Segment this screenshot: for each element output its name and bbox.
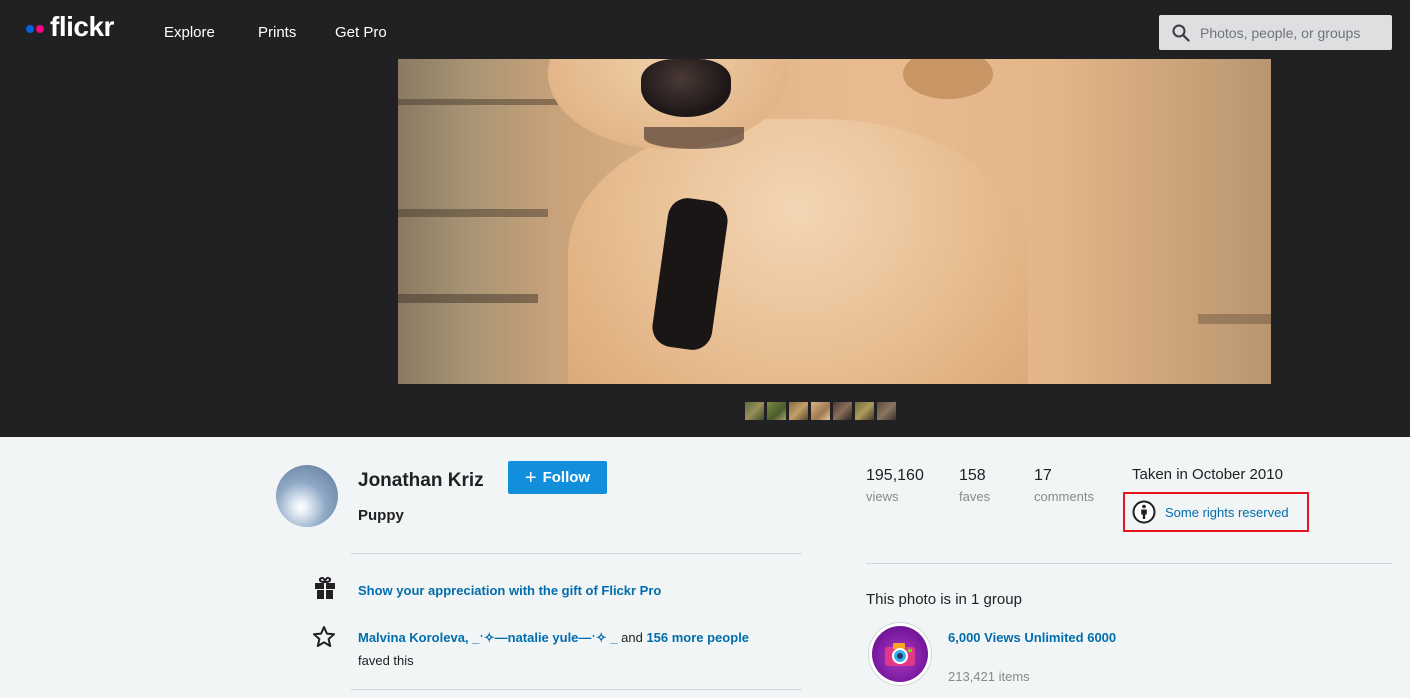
comments-count: 17 xyxy=(1034,467,1052,484)
follow-label: Follow xyxy=(542,469,591,486)
filmstrip-thumb[interactable] xyxy=(811,402,830,420)
owner-avatar[interactable] xyxy=(276,465,338,527)
star-icon[interactable] xyxy=(312,625,336,649)
photo-stage xyxy=(0,59,1410,437)
license-label: Some rights reserved xyxy=(1165,504,1289,520)
filmstrip-thumb[interactable] xyxy=(745,402,764,420)
gift-pro-link[interactable]: Show your appreciation with the gift of … xyxy=(358,583,661,598)
taken-date[interactable]: Taken in October 2010 xyxy=(1132,466,1283,483)
photo-detail xyxy=(398,294,538,303)
logo-blue-dot xyxy=(26,25,34,33)
faves-label: faves xyxy=(959,489,991,504)
faves-more-link[interactable]: 156 more people xyxy=(646,630,749,645)
gift-icon xyxy=(315,576,335,599)
faves-summary: Malvina Koroleva, _ˑ✧—natalie yule—ˑ✧ _ … xyxy=(358,629,749,647)
faves-count: 158 xyxy=(959,467,986,484)
top-nav: flickr Explore Prints Get Pro xyxy=(0,0,1410,59)
main-photo[interactable] xyxy=(398,59,1271,384)
license-link[interactable]: Some rights reserved xyxy=(1123,492,1309,532)
attribution-icon xyxy=(1132,500,1156,524)
search-icon xyxy=(1172,24,1190,42)
photo-title: Puppy xyxy=(358,507,404,524)
nav-explore[interactable]: Explore xyxy=(164,24,215,42)
faves-people-link[interactable]: Malvina Koroleva, _ˑ✧—natalie yule—ˑ✧ _ xyxy=(358,630,617,645)
filmstrip-thumb[interactable] xyxy=(767,402,786,420)
logo-wordmark: flickr xyxy=(50,11,114,42)
filmstrip-thumb[interactable] xyxy=(789,402,808,420)
nav-get-pro[interactable]: Get Pro xyxy=(335,24,387,42)
photo-detail xyxy=(644,127,744,149)
photo-detail xyxy=(903,59,993,99)
groups-heading: This photo is in 1 group xyxy=(866,591,1022,608)
search-box[interactable] xyxy=(1159,15,1392,50)
divider xyxy=(351,689,802,690)
faves-suffix: faved this xyxy=(358,653,414,668)
filmstrip-thumb[interactable] xyxy=(877,402,896,420)
views-label: views xyxy=(866,489,899,504)
group-name-link[interactable]: 6,000 Views Unlimited 6000 xyxy=(948,629,1118,647)
views-count: 195,160 xyxy=(866,467,924,484)
photo-detail xyxy=(398,209,548,217)
divider xyxy=(866,563,1392,564)
photo-detail xyxy=(398,99,558,105)
photo-detail xyxy=(641,59,731,117)
search-input[interactable] xyxy=(1200,24,1380,41)
filmstrip xyxy=(745,402,896,420)
photo-detail xyxy=(568,119,1028,384)
owner-name[interactable]: Jonathan Kriz xyxy=(358,470,484,492)
group-avatar[interactable] xyxy=(868,622,932,686)
photo-detail xyxy=(1198,314,1271,324)
comments-label: comments xyxy=(1034,489,1094,504)
divider xyxy=(351,553,802,554)
nav-prints[interactable]: Prints xyxy=(258,24,296,42)
filmstrip-thumb[interactable] xyxy=(833,402,852,420)
filmstrip-thumb[interactable] xyxy=(855,402,874,420)
camera-icon xyxy=(885,643,915,666)
group-item-count: 213,421 items xyxy=(948,669,1030,684)
logo-pink-dot xyxy=(36,25,44,33)
follow-button[interactable]: + Follow xyxy=(508,461,607,494)
faves-and: and xyxy=(621,630,643,645)
group-camera-icon xyxy=(872,626,928,682)
plus-icon: + xyxy=(524,466,537,489)
flickr-logo[interactable]: flickr xyxy=(26,11,114,43)
